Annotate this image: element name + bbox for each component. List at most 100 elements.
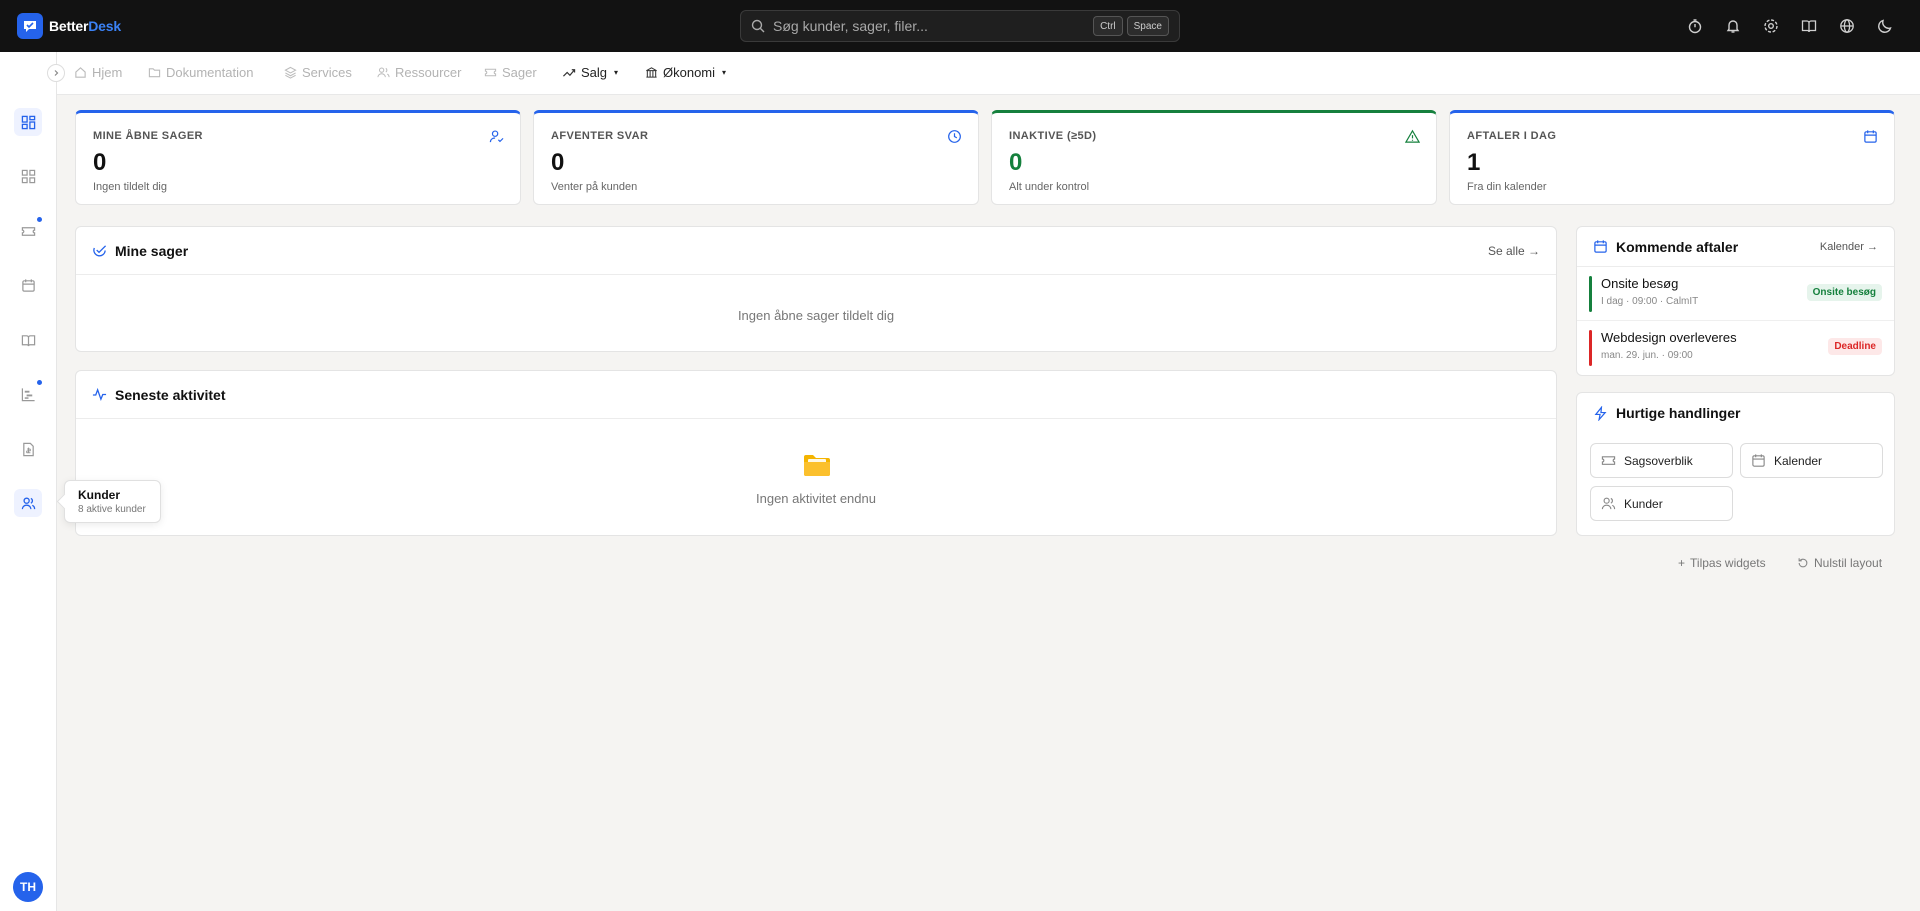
customers-tooltip: Kunder 8 aktive kunder bbox=[64, 480, 161, 523]
rail-projects[interactable] bbox=[14, 380, 42, 408]
panel-title: Hurtige handlinger bbox=[1616, 405, 1741, 421]
calendar-icon bbox=[1752, 454, 1765, 467]
plus-icon: + bbox=[1678, 556, 1686, 570]
recent-activity-panel: Seneste aktivitet Ingen aktivitet endnu bbox=[75, 370, 1557, 536]
module-nav: Hjem Dokumentation Services Ressourcer S… bbox=[57, 52, 1920, 95]
rail-customers[interactable] bbox=[14, 489, 42, 517]
warning-triangle-icon bbox=[1405, 129, 1420, 144]
nav-resources[interactable]: Ressourcer bbox=[377, 65, 461, 80]
moon-icon[interactable] bbox=[1875, 16, 1895, 36]
reset-icon bbox=[1798, 558, 1808, 568]
appointment-item[interactable]: Webdesign overleveres man. 29. jun. · 09… bbox=[1589, 326, 1882, 370]
book-open-icon bbox=[21, 334, 35, 346]
stat-value: 0 bbox=[1009, 149, 1023, 176]
nav-docs[interactable]: Dokumentation bbox=[148, 65, 253, 80]
stat-label: AFVENTER SVAR bbox=[551, 130, 649, 142]
calendar-link[interactable]: Kalender → bbox=[1820, 241, 1878, 253]
appointment-title: Onsite besøg bbox=[1601, 276, 1679, 291]
calendar-icon bbox=[1863, 129, 1878, 144]
global-search[interactable]: Ctrl Space bbox=[740, 10, 1180, 42]
rail-tickets[interactable] bbox=[14, 217, 42, 245]
customize-widgets-button[interactable]: + Tilpas widgets bbox=[1678, 556, 1766, 570]
appointment-color-bar bbox=[1589, 330, 1592, 366]
top-bar: BetterDesk Ctrl Space bbox=[0, 0, 1920, 52]
stat-subtitle: Alt under kontrol bbox=[1009, 181, 1090, 193]
rail-docs[interactable] bbox=[14, 326, 42, 354]
panel-title: Kommende aftaler bbox=[1616, 238, 1739, 255]
search-input[interactable] bbox=[765, 18, 1090, 34]
see-all-link[interactable]: Se alle → bbox=[1488, 244, 1540, 258]
app-name: BetterDesk bbox=[49, 18, 121, 34]
check-circle-icon bbox=[92, 243, 107, 258]
calendar-icon bbox=[21, 278, 35, 292]
bank-icon bbox=[646, 67, 657, 78]
nav-cases[interactable]: Sager bbox=[484, 65, 537, 80]
appointment-meta: I dag · 09:00 · CalmIT bbox=[1601, 296, 1699, 307]
rail-invoices[interactable] bbox=[14, 435, 42, 463]
kanban-icon bbox=[21, 387, 35, 401]
appointment-item[interactable]: Onsite besøg I dag · 09:00 · CalmIT Onsi… bbox=[1589, 272, 1882, 316]
quick-action-case-overview[interactable]: Sagsoverblik bbox=[1590, 443, 1733, 478]
reset-layout-button[interactable]: Nulstil layout bbox=[1797, 556, 1882, 570]
folder-icon bbox=[803, 453, 831, 477]
rail-calendar[interactable] bbox=[14, 271, 42, 299]
my-cases-panel: Mine sager Se alle → Ingen åbne sager ti… bbox=[75, 226, 1557, 352]
quick-action-customers[interactable]: Kunder bbox=[1590, 486, 1733, 521]
stat-label: INAKTIVE (≥5D) bbox=[1009, 130, 1097, 142]
search-icon bbox=[751, 19, 765, 33]
panel-title: Seneste aktivitet bbox=[115, 386, 226, 403]
layers-icon bbox=[284, 66, 297, 79]
quick-actions-panel: Hurtige handlinger Sagsoverblik Kalender… bbox=[1576, 392, 1895, 536]
shortcut-ctrl-key: Ctrl bbox=[1093, 16, 1123, 36]
calendar-icon bbox=[1593, 239, 1608, 254]
nav-services[interactable]: Services bbox=[284, 65, 352, 80]
empty-state-text: Ingen åbne sager tildelt dig bbox=[737, 308, 895, 323]
timer-icon[interactable] bbox=[1685, 16, 1705, 36]
chevron-down-icon: ▾ bbox=[722, 68, 727, 77]
stat-value: 0 bbox=[551, 149, 565, 176]
lightning-icon bbox=[1593, 405, 1608, 421]
notification-dot bbox=[37, 380, 42, 385]
chevron-right-icon bbox=[54, 70, 59, 76]
nav-sales[interactable]: Salg ▾ bbox=[562, 65, 618, 80]
stat-label: MINE ÅBNE SAGER bbox=[93, 130, 203, 142]
grid-icon bbox=[21, 169, 35, 183]
stat-value: 1 bbox=[1467, 149, 1481, 176]
appointment-badge: Deadline bbox=[1828, 338, 1882, 355]
tooltip-subtitle: 8 aktive kunder bbox=[78, 504, 146, 515]
nav-home[interactable]: Hjem bbox=[74, 65, 122, 80]
clock-icon bbox=[947, 129, 962, 144]
tooltip-title: Kunder bbox=[78, 488, 120, 502]
user-avatar[interactable]: TH bbox=[13, 872, 43, 902]
logo-chat-icon bbox=[17, 13, 43, 39]
left-rail: TH bbox=[0, 52, 57, 911]
stat-label: AFTALER I DAG bbox=[1467, 130, 1557, 142]
stat-subtitle: Fra din kalender bbox=[1467, 181, 1547, 193]
quick-action-calendar[interactable]: Kalender bbox=[1740, 443, 1883, 478]
gear-icon[interactable] bbox=[1761, 16, 1781, 36]
app-logo[interactable]: BetterDesk bbox=[17, 13, 121, 39]
users-icon bbox=[377, 67, 390, 78]
appointment-meta: man. 29. jun. · 09:00 bbox=[1601, 350, 1693, 361]
rail-expand-button[interactable] bbox=[47, 64, 65, 82]
upcoming-appointments-panel: Kommende aftaler Kalender → Onsite besøg… bbox=[1576, 226, 1895, 376]
book-icon[interactable] bbox=[1799, 16, 1819, 36]
shortcut-space-key: Space bbox=[1126, 16, 1169, 36]
stat-subtitle: Ingen tildelt dig bbox=[93, 181, 167, 193]
users-icon bbox=[1601, 497, 1616, 510]
stat-card-inactive[interactable]: INAKTIVE (≥5D) 0 Alt under kontrol bbox=[991, 110, 1437, 205]
globe-icon[interactable] bbox=[1837, 16, 1857, 36]
nav-economy[interactable]: Økonomi ▾ bbox=[645, 65, 726, 80]
rail-dashboard[interactable] bbox=[14, 108, 42, 136]
stat-card-appointments-today[interactable]: AFTALER I DAG 1 Fra din kalender bbox=[1449, 110, 1895, 205]
stat-card-my-open-cases[interactable]: MINE ÅBNE SAGER 0 Ingen tildelt dig bbox=[75, 110, 521, 205]
home-icon bbox=[75, 67, 86, 78]
stat-value: 0 bbox=[93, 149, 107, 176]
stat-card-awaiting-reply[interactable]: AFVENTER SVAR 0 Venter på kunden bbox=[533, 110, 979, 205]
invoice-icon bbox=[22, 442, 34, 456]
bell-icon[interactable] bbox=[1723, 16, 1743, 36]
appointment-color-bar bbox=[1589, 276, 1592, 312]
notification-dot bbox=[37, 217, 42, 222]
activity-pulse-icon bbox=[92, 387, 107, 402]
rail-apps[interactable] bbox=[14, 162, 42, 190]
